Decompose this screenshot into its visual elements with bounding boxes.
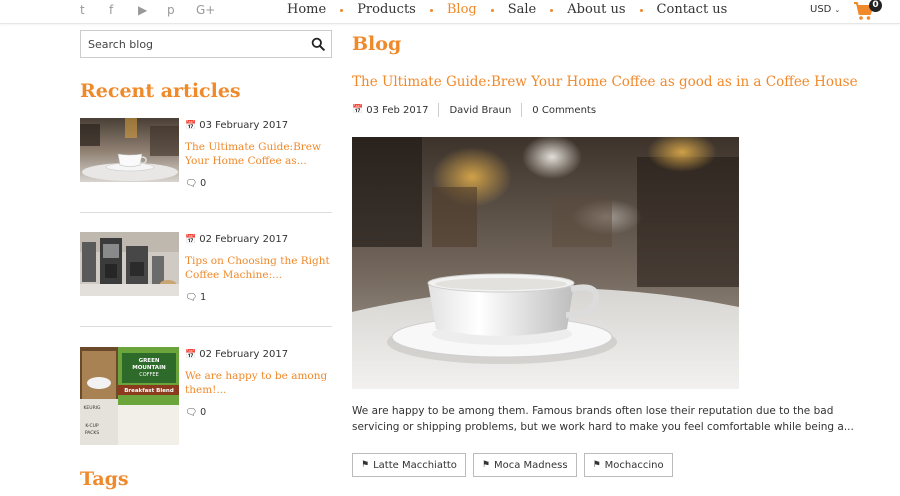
coffee-machine-thumbnail[interactable]	[80, 232, 179, 296]
search-icon[interactable]	[311, 37, 325, 51]
thumb-brand-line3: COFFEE	[139, 372, 159, 378]
green-mountain-coffee-box-thumbnail[interactable]: GREEN MOUNTAIN COFFEE Breakfast Blend KE…	[80, 347, 179, 445]
cart-count-badge: 0	[869, 0, 882, 12]
coffee-cup-on-table-photo[interactable]	[352, 137, 739, 389]
article-comments: 🗨 0	[185, 178, 206, 189]
recent-articles-heading: Recent articles	[80, 80, 241, 102]
calendar-icon: 📅	[352, 105, 364, 115]
google-plus-icon[interactable]: G+	[196, 3, 225, 17]
blog-search-box	[80, 30, 332, 58]
page-title: Blog	[352, 33, 402, 55]
currency-value: USD	[810, 4, 832, 15]
tag-label: Mochaccino	[604, 459, 664, 471]
nav-about-us[interactable]: About us	[567, 2, 625, 17]
cart-button[interactable]: 0	[853, 0, 887, 23]
tag-moca-madness[interactable]: ⚑ Moca Madness	[472, 453, 577, 477]
nav-blog[interactable]: Blog	[447, 2, 477, 17]
article-date: 📅 02 February 2017	[185, 349, 288, 360]
pinterest-icon[interactable]: p	[167, 3, 196, 17]
post-tags: ⚑ Latte Macchiatto ⚑ Moca Madness ⚑ Mochacc…	[352, 453, 673, 477]
comments-icon: 🗨	[185, 292, 198, 303]
calendar-icon: 📅	[185, 350, 197, 360]
comment-count: 0	[200, 407, 207, 418]
thumb-brand-line1: GREEN	[139, 358, 160, 364]
chevron-down-icon: ⌄	[834, 6, 841, 14]
tag-icon: ⚑	[592, 460, 601, 470]
comment-count: 0	[200, 178, 207, 189]
post-date: 03 Feb 2017	[366, 104, 429, 116]
thumb-product-name: Breakfast Blend	[124, 388, 174, 394]
currency-selector[interactable]: USD ⌄	[810, 4, 840, 15]
nav-contact-us[interactable]: Contact us	[657, 2, 728, 17]
tag-label: Latte Macchiatto	[373, 459, 457, 471]
comments-icon: 🗨	[185, 407, 198, 418]
tag-icon: ⚑	[361, 460, 370, 470]
twitter-icon[interactable]: t	[80, 3, 109, 17]
facebook-icon[interactable]: f	[109, 3, 138, 17]
nav-separator	[490, 9, 494, 12]
nav-products[interactable]: Products	[357, 2, 416, 17]
article-comments: 🗨 0	[185, 407, 206, 418]
nav-separator	[550, 9, 554, 12]
article-title-link[interactable]: Tips on Choosing the Right Coffee Machin…	[185, 254, 330, 282]
comment-count: 1	[200, 292, 207, 303]
calendar-icon: 📅	[185, 121, 197, 131]
article-date-text: 02 February 2017	[199, 234, 289, 245]
tags-heading: Tags	[80, 468, 129, 490]
comments-icon: 🗨	[185, 178, 198, 189]
article-date-text: 03 February 2017	[199, 120, 289, 131]
youtube-icon[interactable]: ▶	[138, 3, 167, 17]
article-date-text: 02 February 2017	[199, 349, 289, 360]
thumb-maker: KEURIG	[83, 405, 101, 411]
nav-sale[interactable]: Sale	[508, 2, 537, 17]
tag-mochaccino[interactable]: ⚑ Mochaccino	[583, 453, 673, 477]
thumb-brand-line2: MOUNTAIN	[132, 365, 166, 371]
calendar-icon: 📅	[185, 235, 197, 245]
article-title-link[interactable]: We are happy to be among them!...	[185, 369, 330, 397]
top-navigation-bar: t f ▶ p G+ Home Products Blog Sale About…	[0, 0, 900, 24]
nav-separator	[429, 9, 433, 12]
tag-icon: ⚑	[481, 460, 490, 470]
divider	[80, 212, 332, 213]
article-title-link[interactable]: The Ultimate Guide:Brew Your Home Coffee…	[185, 140, 330, 168]
post-title-link[interactable]: The Ultimate Guide:Brew Your Home Coffee…	[352, 74, 858, 90]
thumb-pack-line2: PACKS	[85, 430, 100, 436]
post-comments-link[interactable]: 0 Comments	[532, 105, 596, 116]
article-date: 📅 03 February 2017	[185, 120, 288, 131]
nav-separator	[639, 9, 643, 12]
meta-separator	[521, 103, 523, 117]
coffee-cup-thumbnail[interactable]	[80, 118, 179, 182]
tag-label: Moca Madness	[493, 459, 568, 471]
social-links: t f ▶ p G+	[80, 3, 225, 17]
post-meta: 📅 03 Feb 2017 David Braun 0 Comments	[352, 103, 596, 117]
tag-latte-macchiatto[interactable]: ⚑ Latte Macchiatto	[352, 453, 466, 477]
divider	[80, 326, 332, 327]
meta-separator	[438, 103, 440, 117]
main-menu: Home Products Blog Sale About us Contact…	[287, 2, 727, 17]
post-author: David Braun	[449, 104, 512, 116]
article-date: 📅 02 February 2017	[185, 234, 288, 245]
post-excerpt: We are happy to be among them. Famous br…	[352, 405, 854, 433]
nav-separator	[340, 9, 344, 12]
article-comments: 🗨 1	[185, 292, 206, 303]
thumb-pack-line1: K-CUP	[85, 423, 99, 429]
nav-home[interactable]: Home	[287, 2, 326, 17]
search-input[interactable]	[81, 31, 301, 57]
